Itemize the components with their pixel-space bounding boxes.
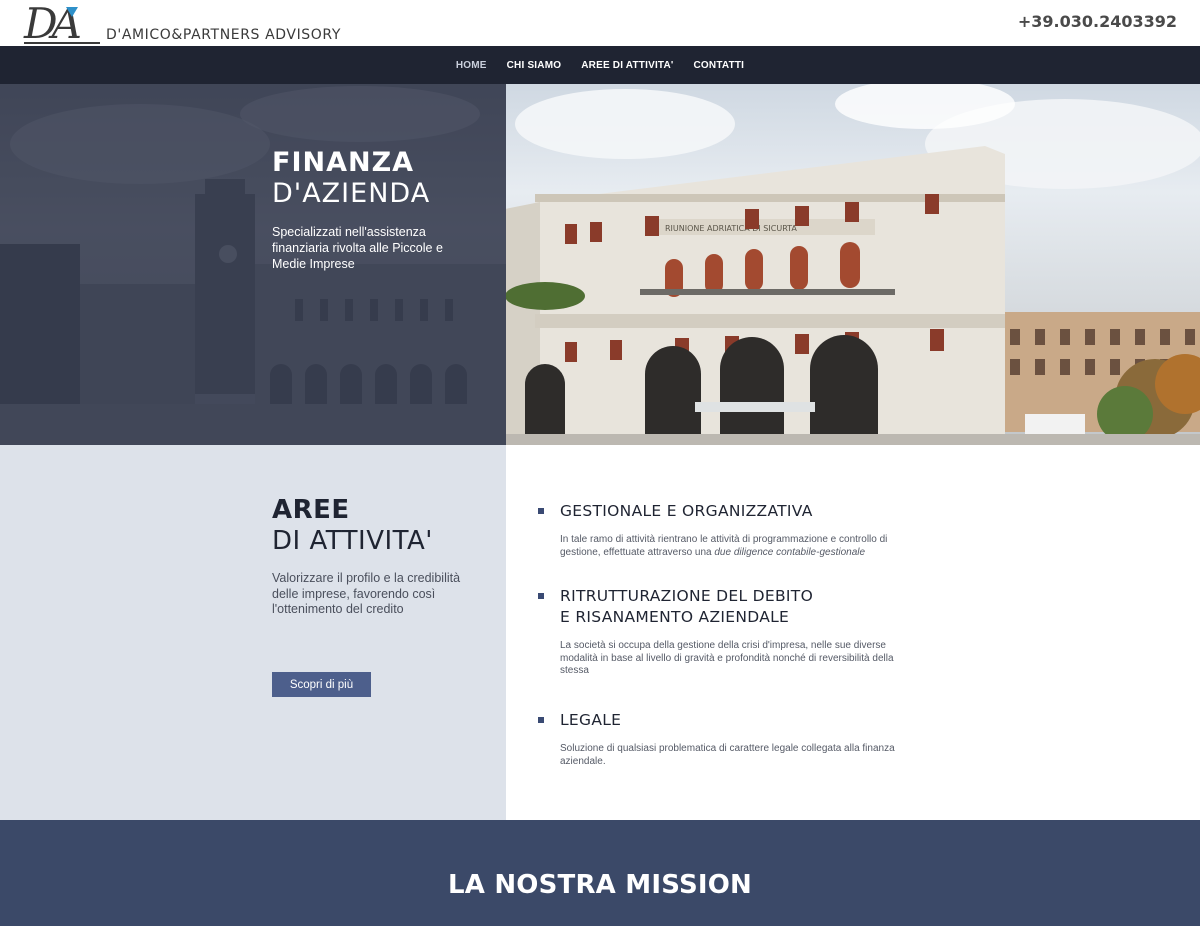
nav-item-home[interactable]: HOME [446, 60, 497, 71]
scopri-di-piu-button[interactable]: Scopri di più [272, 672, 371, 697]
nav-item-chi-siamo[interactable]: CHI SIAMO [497, 60, 572, 71]
area-description: Soluzione di qualsiasi problematica di c… [560, 743, 895, 767]
logo-company-name: D'AMICO&PARTNERS ADVISORY [106, 27, 342, 43]
building-illustration: RIUNIONE ADRIATICA DI SICURTA [505, 84, 1200, 445]
hero-title-light: D'AZIENDA [272, 178, 431, 209]
site-header: DA D'AMICO&PARTNERS ADVISORY +39.030.240… [0, 0, 1200, 48]
hero-section: RIUNIONE ADRIATICA DI SICURTA FINANZA D'… [0, 84, 1200, 445]
nav-item-contatti[interactable]: CONTATTI [684, 60, 755, 71]
aree-title-light: DI ATTIVITA' [272, 526, 433, 556]
hero-building-image: RIUNIONE ADRIATICA DI SICURTA [505, 84, 1200, 445]
area-title: LEGALE [560, 711, 622, 729]
aree-section: AREE DI ATTIVITA' Valorizzare il profilo… [0, 445, 1200, 820]
area-item-ristrutturazione: RITRUTTURAZIONE DEL DEBITO E RISANAMENTO… [538, 586, 918, 678]
nav-item-aree-di-attivita[interactable]: AREE DI ATTIVITA' [571, 60, 683, 71]
aree-title-bold: AREE [272, 495, 350, 525]
mission-title: LA NOSTRA MISSION [447, 870, 753, 900]
hero-title-bold: FINANZA [272, 147, 415, 178]
hero-subtitle: Specializzati nell'assistenza finanziari… [272, 225, 443, 271]
building-inscription: RIUNIONE ADRIATICA DI SICURTA [665, 224, 797, 233]
area-title: GESTIONALE E ORGANIZZATIVA [560, 502, 813, 520]
hero-overlay-panel: FINANZA D'AZIENDA Specializzati nell'ass… [0, 84, 506, 445]
area-title-line1: RITRUTTURAZIONE DEL DEBITO [560, 587, 814, 605]
square-bullet-icon [538, 508, 544, 514]
square-bullet-icon [538, 593, 544, 599]
main-nav: HOME CHI SIAMO AREE DI ATTIVITA' CONTATT… [0, 46, 1200, 84]
aree-description: Valorizzare il profilo e la credibilità … [272, 571, 461, 616]
logo-underline [24, 42, 100, 44]
area-item-gestionale: GESTIONALE E ORGANIZZATIVA In tale ramo … [538, 501, 918, 559]
area-title-line2: E RISANAMENTO AZIENDALE [560, 608, 790, 626]
square-bullet-icon [538, 717, 544, 723]
logo-mark: DA [24, 0, 100, 48]
area-description: In tale ramo di attività rientrano le at… [560, 534, 888, 558]
aree-list-panel: GESTIONALE E ORGANIZZATIVA In tale ramo … [506, 445, 1200, 820]
site-logo[interactable]: DA D'AMICO&PARTNERS ADVISORY [24, 0, 342, 48]
area-description: La società si occupa della gestione dell… [560, 640, 894, 676]
mission-section: LA NOSTRA MISSION [0, 820, 1200, 926]
phone-number[interactable]: +39.030.2403392 [1018, 12, 1177, 31]
area-item-legale: LEGALE Soluzione di qualsiasi problemati… [538, 710, 918, 768]
hero-text-block: FINANZA D'AZIENDA Specializzati nell'ass… [272, 148, 472, 272]
logo-triangle-icon [66, 7, 78, 17]
aree-intro-panel: AREE DI ATTIVITA' Valorizzare il profilo… [0, 445, 506, 820]
